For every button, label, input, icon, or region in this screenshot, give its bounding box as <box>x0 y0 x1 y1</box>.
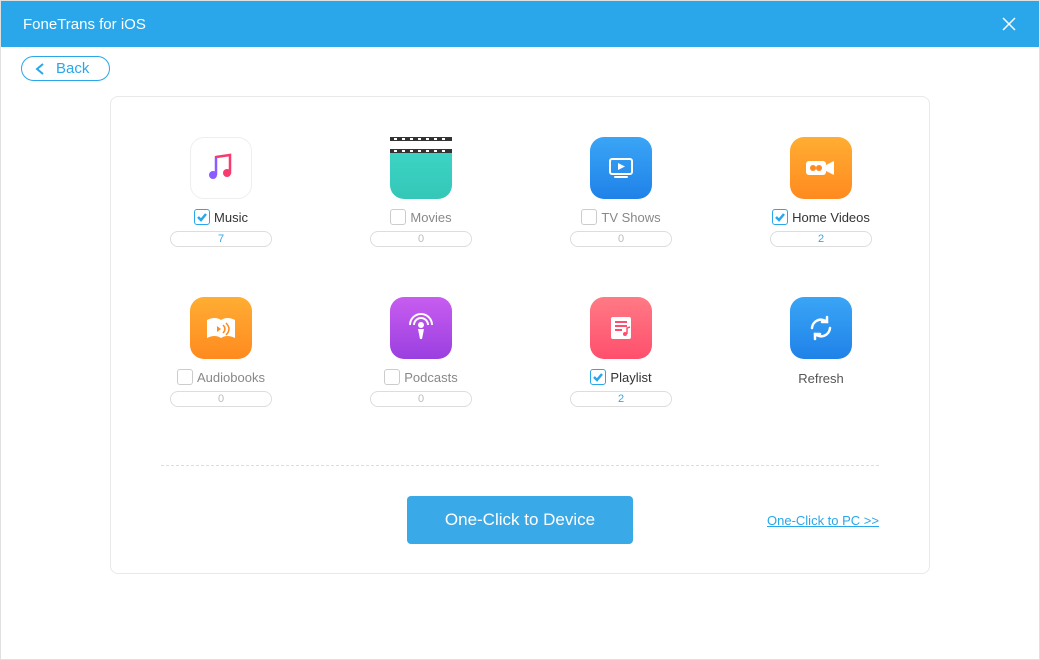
music-icon <box>190 137 252 199</box>
checkbox-music[interactable] <box>194 209 210 225</box>
category-label: Home Videos <box>792 210 870 225</box>
refresh-item[interactable]: Refresh <box>761 297 881 407</box>
category-label-row: Playlist <box>590 369 651 385</box>
refresh-icon <box>790 297 852 359</box>
category-label-row: Movies <box>390 209 451 225</box>
movies-icon <box>390 137 452 199</box>
category-music[interactable]: Music 7 <box>161 137 281 247</box>
chevron-left-icon <box>34 62 46 76</box>
one-click-device-button[interactable]: One-Click to Device <box>407 496 633 544</box>
checkbox-playlist[interactable] <box>590 369 606 385</box>
app-title: FoneTrans for iOS <box>23 16 146 33</box>
count-pill: 2 <box>770 231 872 247</box>
category-label: Playlist <box>610 370 651 385</box>
main-panel: Music 7 Movies 0 TV Shows 0 <box>110 96 930 574</box>
divider <box>161 465 879 466</box>
category-homevideos[interactable]: Home Videos 2 <box>761 137 881 247</box>
back-button[interactable]: Back <box>21 56 110 81</box>
category-label-row: Home Videos <box>772 209 870 225</box>
footer: One-Click to Device One-Click to PC >> <box>161 492 879 548</box>
checkbox-tvshows[interactable] <box>581 209 597 225</box>
category-label-row: Podcasts <box>384 369 457 385</box>
count-pill: 0 <box>570 231 672 247</box>
back-label: Back <box>56 60 89 77</box>
playlist-icon <box>590 297 652 359</box>
category-label-row: TV Shows <box>581 209 660 225</box>
category-movies[interactable]: Movies 0 <box>361 137 481 247</box>
count-pill: 0 <box>370 231 472 247</box>
count-pill: 2 <box>570 391 672 407</box>
refresh-label: Refresh <box>798 371 844 386</box>
category-audiobooks[interactable]: Audiobooks 0 <box>161 297 281 407</box>
category-label: Audiobooks <box>197 370 265 385</box>
camcorder-icon <box>790 137 852 199</box>
checkbox-podcasts[interactable] <box>384 369 400 385</box>
podcast-icon <box>390 297 452 359</box>
count-pill: 7 <box>170 231 272 247</box>
count-pill: 0 <box>170 391 272 407</box>
category-label-row: Audiobooks <box>177 369 265 385</box>
category-podcasts[interactable]: Podcasts 0 <box>361 297 481 407</box>
count-pill: 0 <box>370 391 472 407</box>
close-button[interactable] <box>991 6 1027 42</box>
category-grid: Music 7 Movies 0 TV Shows 0 <box>161 137 879 407</box>
tv-icon <box>590 137 652 199</box>
one-click-pc-link[interactable]: One-Click to PC >> <box>767 513 879 528</box>
category-label-row: Music <box>194 209 248 225</box>
titlebar: FoneTrans for iOS <box>1 1 1039 47</box>
category-label: TV Shows <box>601 210 660 225</box>
toolbar: Back <box>1 47 1039 90</box>
category-label: Podcasts <box>404 370 457 385</box>
category-label: Movies <box>410 210 451 225</box>
close-icon <box>1000 15 1018 33</box>
checkbox-homevideos[interactable] <box>772 209 788 225</box>
category-label: Music <box>214 210 248 225</box>
audiobook-icon <box>190 297 252 359</box>
checkbox-audiobooks[interactable] <box>177 369 193 385</box>
checkbox-movies[interactable] <box>390 209 406 225</box>
category-playlist[interactable]: Playlist 2 <box>561 297 681 407</box>
category-tvshows[interactable]: TV Shows 0 <box>561 137 681 247</box>
